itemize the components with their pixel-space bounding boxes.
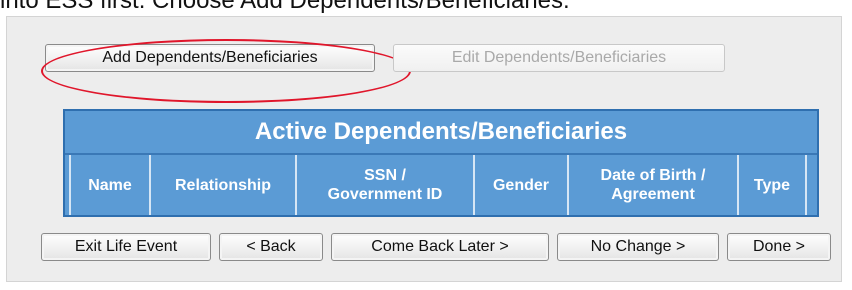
back-button[interactable]: < Back [219, 233, 323, 261]
instruction-text: into ESS first. Choose Add Dependents/Be… [0, 0, 570, 14]
column-header-gender[interactable]: Gender [475, 155, 569, 215]
column-header-label: SSN / [364, 167, 406, 184]
done-button[interactable]: Done > [727, 233, 831, 261]
column-header-label: Name [88, 176, 132, 194]
add-dependents-button[interactable]: Add Dependents/Beneficiaries [45, 44, 375, 72]
column-header-label: Relationship [174, 176, 271, 194]
come-back-later-button[interactable]: Come Back Later > [331, 233, 549, 261]
column-header-name[interactable]: Name [69, 155, 151, 215]
column-header-label: Type [753, 176, 791, 194]
table-title: Active Dependents/Beneficiaries [65, 111, 817, 155]
edit-dependents-button[interactable]: Edit Dependents/Beneficiaries [393, 44, 725, 72]
column-header-type[interactable]: Type [739, 155, 807, 215]
no-change-button[interactable]: No Change > [557, 233, 719, 261]
column-header-label: Gender [492, 176, 549, 194]
column-header-date-of-birth[interactable]: Date of Birth / Agreement [569, 155, 739, 215]
column-header-relationship[interactable]: Relationship [151, 155, 297, 215]
exit-life-event-button[interactable]: Exit Life Event [41, 233, 211, 261]
active-dependents-table: Active Dependents/Beneficiaries Name Rel… [63, 109, 819, 217]
dependents-panel: Add Dependents/Beneficiaries Edit Depend… [6, 16, 842, 282]
column-header-ssn[interactable]: SSN / Government ID [297, 155, 475, 215]
column-header-label: Government ID [327, 186, 443, 203]
column-header-label: Date of Birth / [600, 167, 706, 184]
column-header-label: Agreement [611, 186, 695, 203]
table-header-row: Name Relationship SSN / Government ID Ge… [65, 155, 817, 215]
